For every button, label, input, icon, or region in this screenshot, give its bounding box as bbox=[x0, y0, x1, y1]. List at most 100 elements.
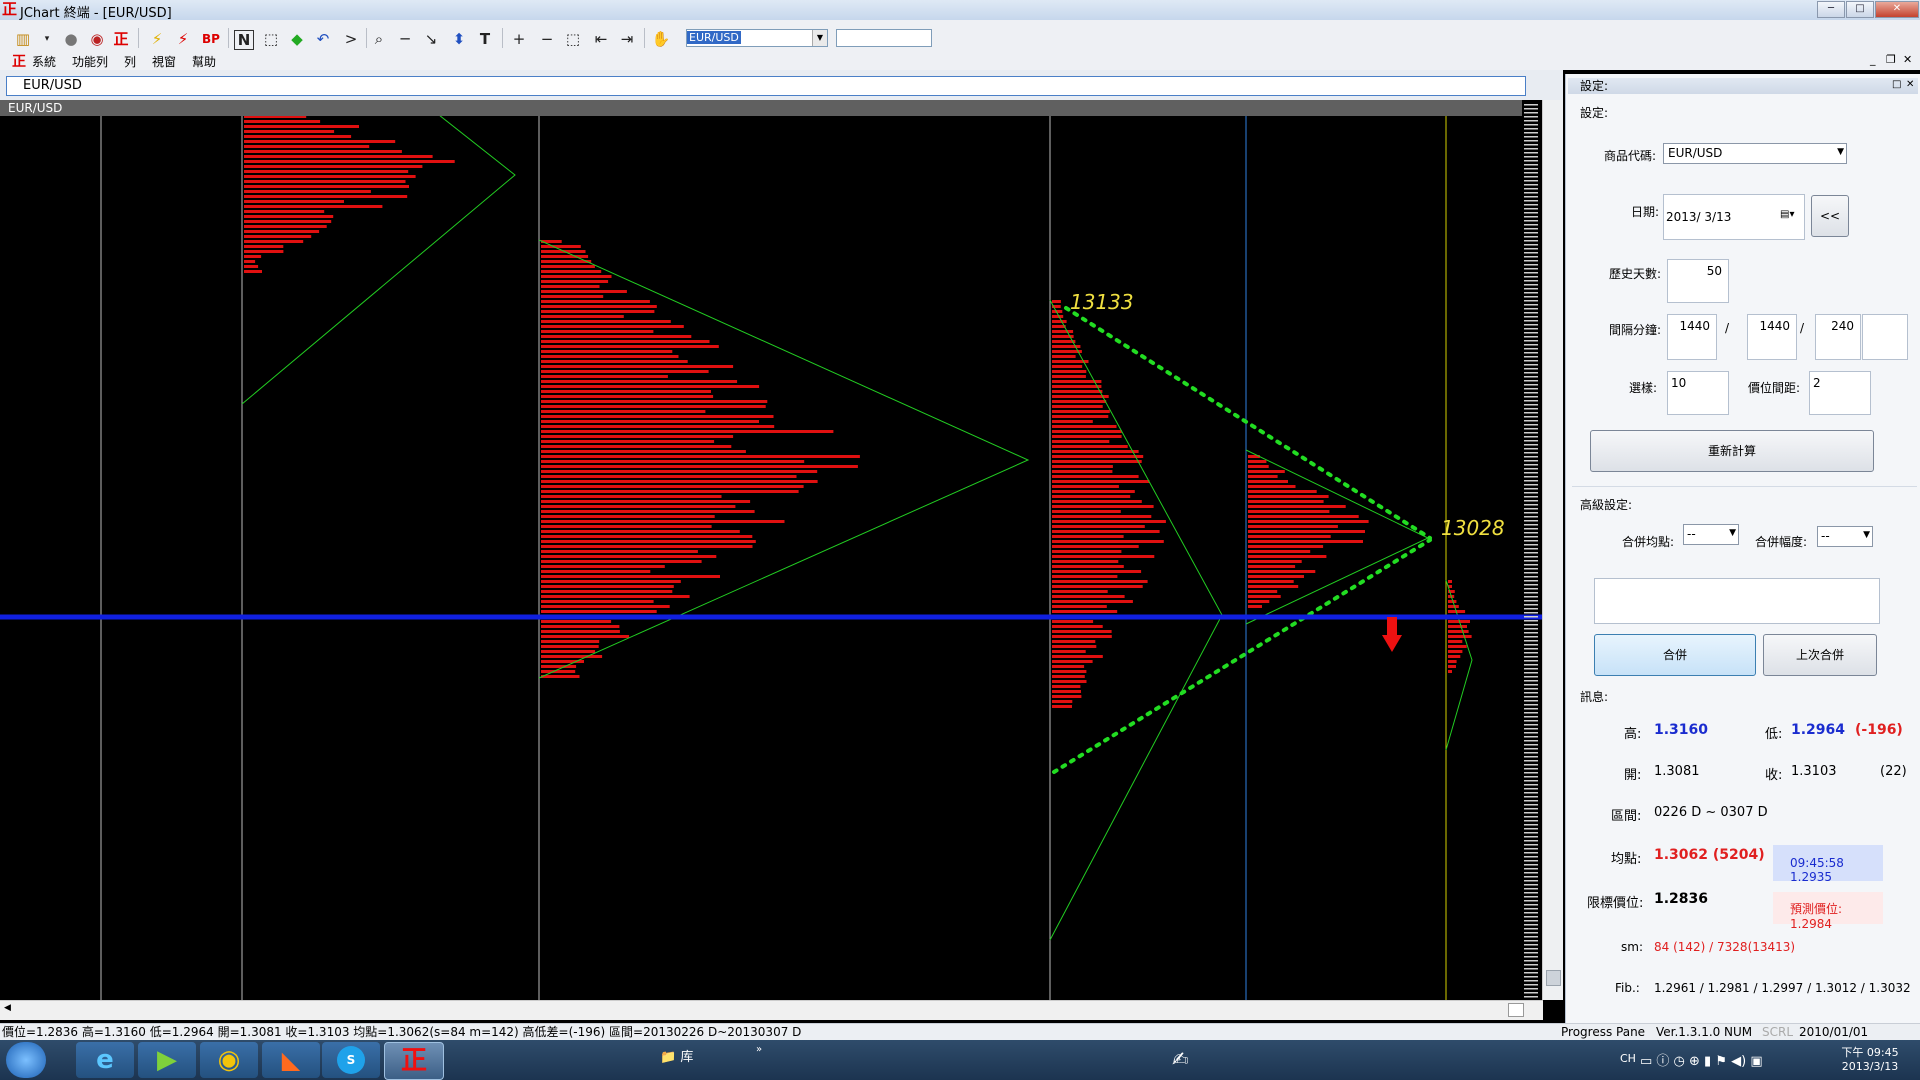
mdi-minimize-button[interactable]: _ bbox=[1870, 53, 1876, 66]
merge-text-area[interactable] bbox=[1594, 578, 1880, 624]
select-input[interactable]: 10 bbox=[1667, 371, 1729, 415]
clock-time[interactable]: 下午 09:45 bbox=[1835, 1044, 1905, 1060]
merge-button[interactable]: 合併 bbox=[1594, 634, 1756, 676]
app-orange-icon[interactable]: ◣ bbox=[262, 1042, 320, 1078]
price-scale-tick bbox=[1524, 392, 1538, 394]
profile-bar bbox=[1052, 690, 1081, 693]
jchart-taskbar-icon[interactable]: 正 bbox=[384, 1042, 444, 1080]
price-scale-tick bbox=[1524, 836, 1538, 838]
chrome-icon[interactable]: ◉ bbox=[200, 1042, 258, 1078]
price-scale-tick bbox=[1524, 740, 1538, 742]
flag-icon[interactable]: ⬍ bbox=[448, 28, 470, 50]
menu-item-function[interactable]: 功能列 bbox=[72, 53, 108, 70]
price-scale-tick bbox=[1524, 440, 1538, 442]
back-icon[interactable]: ⇤ bbox=[590, 28, 612, 50]
tray-icons[interactable]: ▭ ⓘ ◷ ⊕ ▮ ⚑ ◀) ▣ bbox=[1640, 1050, 1763, 1069]
signature-icon[interactable]: ✍ bbox=[1172, 1047, 1202, 1073]
start-button[interactable] bbox=[6, 1042, 46, 1078]
close-button[interactable]: ✕ bbox=[1875, 1, 1919, 18]
merge-range-select[interactable]: -- ▼ bbox=[1817, 526, 1873, 547]
mdi-close-button[interactable]: ✕ bbox=[1903, 53, 1912, 66]
menu-item-list[interactable]: 列 bbox=[124, 53, 136, 70]
clock-date[interactable]: 2013/3/13 bbox=[1835, 1060, 1905, 1073]
scroll-thumb[interactable] bbox=[1508, 1003, 1524, 1017]
hline-icon[interactable]: ─ bbox=[394, 28, 416, 50]
blank-input[interactable] bbox=[836, 29, 932, 47]
media-player-icon[interactable]: ▶ bbox=[138, 1042, 196, 1078]
minimize-button[interactable]: ─ bbox=[1817, 1, 1845, 18]
price-scale-tick bbox=[1524, 296, 1538, 298]
price-scale-tick bbox=[1524, 744, 1538, 746]
chevron-down-icon[interactable]: ▼ bbox=[812, 30, 827, 46]
interval-input-1[interactable]: 1440 bbox=[1667, 314, 1717, 360]
last-merge-button[interactable]: 上次合併 bbox=[1763, 634, 1877, 676]
forward-icon[interactable]: ⇥ bbox=[616, 28, 638, 50]
profile-bar bbox=[541, 635, 630, 638]
menu-item-system[interactable]: 系統 bbox=[32, 53, 56, 70]
undo-icon[interactable]: ↶ bbox=[312, 28, 334, 50]
recalculate-button[interactable]: 重新計算 bbox=[1590, 430, 1874, 472]
symbol-combo[interactable]: EUR/USD ▼ bbox=[686, 29, 828, 47]
chart-area[interactable]: 13133 13028 bbox=[0, 100, 1543, 1000]
menu-item-help[interactable]: 幫助 bbox=[192, 53, 216, 70]
goto-icon[interactable]: > bbox=[340, 28, 362, 50]
history-days-input[interactable]: 50 bbox=[1667, 259, 1729, 303]
hand-icon[interactable]: ✋ bbox=[650, 28, 672, 50]
price-scale-tick bbox=[1524, 220, 1538, 222]
bar-chart-icon[interactable]: ▥ bbox=[12, 28, 34, 50]
select-icon[interactable]: ⬚ bbox=[562, 28, 584, 50]
horizontal-scrollbar[interactable]: ◀ bbox=[0, 1000, 1543, 1020]
scroll-left-icon[interactable]: ◀ bbox=[4, 1003, 11, 1013]
select-label: 選樣: bbox=[1629, 381, 1658, 395]
toolbar-expand-icon[interactable]: » bbox=[756, 1044, 762, 1055]
ie-icon[interactable]: e bbox=[76, 1042, 134, 1078]
calendar-icon[interactable]: ▤▾ bbox=[1780, 209, 1794, 220]
price-scale-tick bbox=[1524, 588, 1538, 590]
profile-bar bbox=[244, 260, 256, 263]
profile-bar bbox=[541, 545, 753, 548]
scroll-thumb[interactable] bbox=[1546, 970, 1561, 986]
maximize-button[interactable]: □ bbox=[1846, 1, 1874, 18]
profile-bar bbox=[1052, 540, 1164, 543]
folder-task[interactable]: 📁 库 bbox=[660, 1046, 693, 1065]
mdi-restore-button[interactable]: ❐ bbox=[1886, 53, 1896, 66]
lightning-icon[interactable]: ⚡ bbox=[146, 28, 168, 50]
chevron-down-icon[interactable]: ▾ bbox=[36, 28, 58, 50]
text-icon[interactable]: T bbox=[474, 28, 496, 50]
tick-input[interactable]: 2 bbox=[1809, 371, 1871, 415]
document-symbol-input[interactable]: EUR/USD bbox=[6, 76, 1526, 96]
panel-close-button[interactable]: ✕ bbox=[1906, 79, 1914, 90]
interval-input-4[interactable] bbox=[1862, 314, 1908, 360]
date-back-button[interactable]: << bbox=[1811, 195, 1849, 237]
interval-input-2[interactable]: 1440 bbox=[1747, 314, 1797, 360]
price-scale-tick bbox=[1524, 988, 1538, 990]
profile-bar bbox=[1248, 530, 1365, 533]
logo-icon[interactable]: 正 bbox=[110, 28, 132, 50]
circle-icon[interactable]: ● bbox=[60, 28, 82, 50]
add-icon[interactable]: + bbox=[508, 28, 530, 50]
symbol-select[interactable]: EUR/USD ▼ bbox=[1663, 143, 1847, 164]
merge-avg-select[interactable]: -- ▼ bbox=[1683, 524, 1739, 545]
vertical-scrollbar[interactable] bbox=[1542, 100, 1563, 1000]
bp-icon[interactable]: BP bbox=[200, 28, 222, 50]
menu-item-window[interactable]: 視窗 bbox=[152, 53, 176, 70]
profile-bar bbox=[1052, 605, 1107, 608]
profile-bar bbox=[1248, 475, 1278, 478]
date-picker[interactable]: 2013/ 3/13 ▤▾ bbox=[1663, 194, 1805, 240]
lang-indicator[interactable]: CH bbox=[1620, 1052, 1636, 1065]
cursor-icon[interactable]: ⬚ bbox=[260, 28, 282, 50]
panel-restore-button[interactable]: □ bbox=[1892, 79, 1901, 90]
price-scale-tick bbox=[1524, 840, 1538, 842]
lightning-red-icon[interactable]: ⚡ bbox=[172, 28, 194, 50]
cube-icon[interactable]: ◆ bbox=[286, 28, 308, 50]
n-icon[interactable]: N bbox=[234, 30, 254, 50]
minus-icon[interactable]: − bbox=[536, 28, 558, 50]
price-scale-tick bbox=[1524, 164, 1538, 166]
interval-input-3[interactable]: 240 bbox=[1815, 314, 1861, 360]
zoom-icon[interactable]: ⌕ bbox=[368, 28, 390, 50]
profile-bar bbox=[541, 505, 736, 508]
price-scale-tick bbox=[1524, 328, 1538, 330]
diagline-icon[interactable]: ↘ bbox=[420, 28, 442, 50]
skype-icon[interactable]: S bbox=[322, 1042, 380, 1078]
stamp-icon[interactable]: ◉ bbox=[86, 28, 108, 50]
